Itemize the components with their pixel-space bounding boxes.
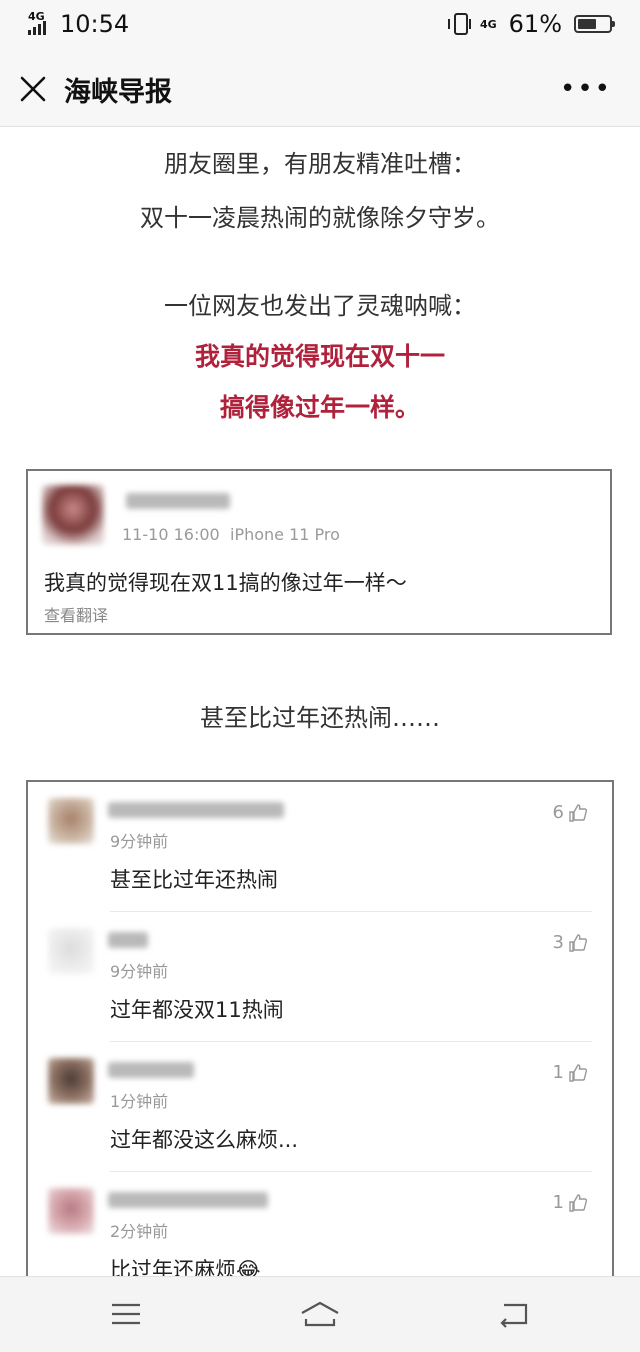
more-icon[interactable]: ••• — [560, 74, 612, 104]
system-nav-bar — [0, 1276, 640, 1352]
comment-text: 甚至比过年还热闹 — [110, 868, 278, 892]
comment-time: 2分钟前 — [110, 1222, 169, 1241]
battery-percent: 61% — [508, 10, 562, 38]
like-count: 6 — [552, 802, 564, 823]
avatar — [48, 928, 94, 974]
post-date: 11-10 16:00 — [122, 525, 220, 544]
network-type-right: 4G — [479, 17, 497, 31]
like-count: 1 — [552, 1192, 564, 1213]
article-paragraph-1: 朋友圈里，有朋友精准吐槽： — [164, 150, 476, 178]
article-paragraph-3: 一位网友也发出了灵魂呐喊： — [164, 292, 476, 320]
thumb-up-icon — [569, 1063, 588, 1082]
comment-time: 9分钟前 — [110, 832, 169, 851]
article-paragraph-2: 双十一凌晨热闹的就像除夕守岁。 — [140, 204, 500, 232]
comment-time: 9分钟前 — [110, 962, 169, 981]
comment-text: 过年都没这么麻烦... — [110, 1128, 299, 1152]
avatar — [42, 485, 104, 545]
like-button[interactable]: 6 — [553, 802, 588, 823]
comment-item: 9分钟前 甚至比过年还热闹 6 — [28, 782, 612, 912]
like-count: 3 — [552, 932, 564, 953]
post-device: iPhone 11 Pro — [230, 525, 340, 544]
comments-card: 9分钟前 甚至比过年还热闹 6 9分钟前 过年都没双11热闹 3 1分钟前 过年… — [26, 780, 614, 1300]
like-button[interactable]: 1 — [553, 1062, 588, 1083]
thumb-up-icon — [569, 803, 588, 822]
post-text: 我真的觉得现在双11搞的像过年一样～ — [44, 571, 407, 595]
page-title: 海峡导报 — [64, 77, 172, 108]
article-highlight-2: 搞得像过年一样。 — [219, 393, 420, 422]
close-icon[interactable] — [16, 72, 50, 106]
username-blurred — [108, 1062, 194, 1078]
article-highlight-1: 我真的觉得现在双十一 — [194, 342, 445, 371]
article-paragraph-4: 甚至比过年还热闹…… — [200, 704, 440, 732]
embedded-post-card: 11-10 16:00 iPhone 11 Pro 我真的觉得现在双11搞的像过… — [26, 469, 612, 635]
comment-item: 9分钟前 过年都没双11热闹 3 — [28, 912, 612, 1042]
translate-link[interactable]: 查看翻译 — [44, 602, 108, 626]
avatar — [48, 798, 94, 844]
avatar — [48, 1188, 94, 1234]
thumb-up-icon — [569, 933, 588, 952]
menu-icon[interactable] — [106, 1299, 146, 1329]
like-button[interactable]: 1 — [553, 1192, 588, 1213]
username-blurred — [126, 493, 230, 509]
like-button[interactable]: 3 — [553, 932, 588, 953]
nav-bar: 海峡导报 ••• — [0, 52, 640, 127]
vibrate-icon — [447, 13, 471, 35]
home-icon[interactable] — [298, 1299, 342, 1329]
username-blurred — [108, 932, 148, 948]
signal-icon: 4G — [28, 11, 52, 37]
thumb-up-icon — [569, 1193, 588, 1212]
clock: 10:54 — [60, 10, 130, 38]
comment-item: 1分钟前 过年都没这么麻烦... 1 — [28, 1042, 612, 1172]
comment-time: 1分钟前 — [110, 1092, 169, 1111]
comment-text: 过年都没双11热闹 — [110, 998, 284, 1022]
status-bar: 4G 10:54 4G 61% — [0, 0, 640, 52]
battery-icon — [574, 15, 615, 33]
username-blurred — [108, 1192, 268, 1208]
avatar — [48, 1058, 94, 1104]
back-icon[interactable] — [494, 1299, 534, 1329]
username-blurred — [108, 802, 284, 818]
like-count: 1 — [552, 1062, 564, 1083]
